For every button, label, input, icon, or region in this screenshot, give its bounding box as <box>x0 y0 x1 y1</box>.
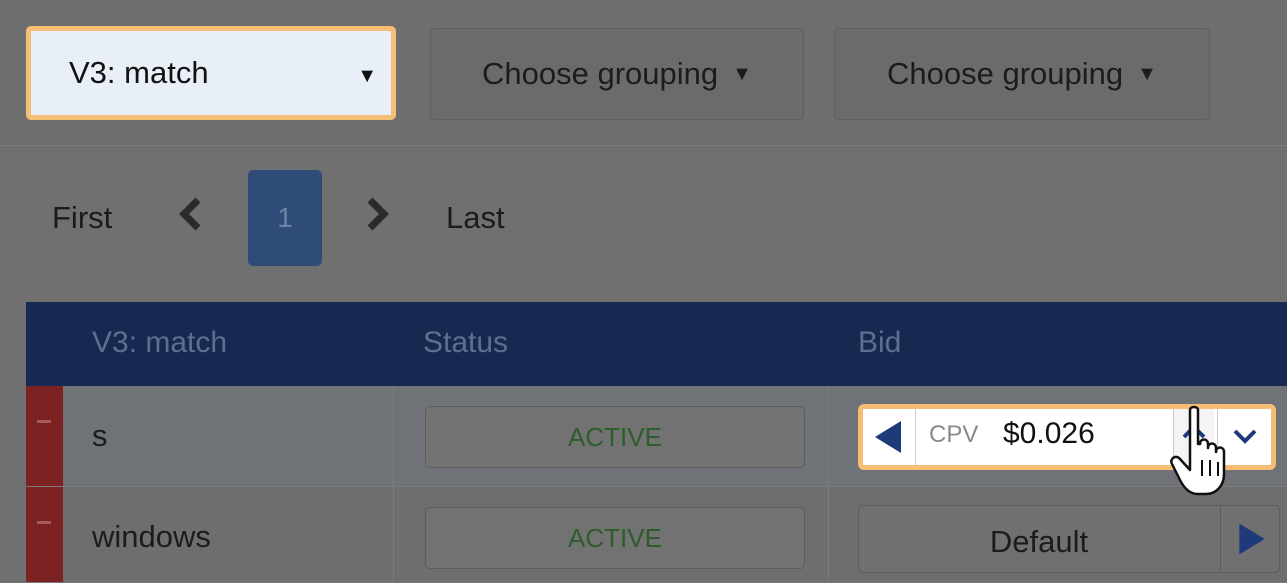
pager-page-current[interactable]: 1 <box>248 170 322 266</box>
table-row: s ACTIVE CPV $0.026 <box>26 386 1287 487</box>
grouping-select-1-label: Choose grouping <box>482 56 719 91</box>
pager-first-link[interactable]: First <box>52 200 112 236</box>
toolbar: V3: match ▼ Choose grouping ▼ Choose gro… <box>0 0 1287 146</box>
pager-last-link[interactable]: Last <box>446 200 505 236</box>
row-name: windows <box>92 519 211 554</box>
caret-down-icon: ▼ <box>357 65 377 87</box>
column-header-match[interactable]: V3: match <box>92 326 227 360</box>
arrow-right-icon[interactable] <box>1220 506 1279 572</box>
version-select[interactable]: V3: match ▼ <box>26 26 396 120</box>
grouping-select-2-label: Choose grouping <box>887 56 1124 91</box>
arrow-left-icon[interactable] <box>863 409 916 465</box>
grouping-select-2[interactable]: Choose grouping ▼ <box>834 28 1210 120</box>
bid-type-label: CPV <box>929 421 979 448</box>
remove-row-button[interactable] <box>26 386 63 486</box>
remove-row-button[interactable] <box>26 487 63 582</box>
status-label: ACTIVE <box>568 421 662 452</box>
status-label: ACTIVE <box>568 522 662 553</box>
column-header-bid[interactable]: Bid <box>858 326 901 360</box>
bid-default-button[interactable]: Default <box>858 505 1280 573</box>
table-row: windows ACTIVE Default <box>26 487 1287 583</box>
row-name: s <box>92 418 108 453</box>
status-badge[interactable]: ACTIVE <box>425 507 805 569</box>
caret-down-icon: ▼ <box>732 62 752 85</box>
chevron-right-icon[interactable] <box>362 194 392 234</box>
column-divider <box>393 487 394 582</box>
caret-down-icon: ▼ <box>1137 62 1157 85</box>
column-divider <box>393 386 394 486</box>
bid-default-label: Default <box>989 524 1089 559</box>
column-divider <box>828 487 829 582</box>
pagination: First 1 Last <box>0 170 700 266</box>
table-header: V3: match Status Bid <box>26 302 1287 386</box>
grouping-select-1[interactable]: Choose grouping ▼ <box>430 28 804 120</box>
column-divider <box>828 386 829 486</box>
status-badge[interactable]: ACTIVE <box>425 406 805 468</box>
minus-icon <box>37 521 51 524</box>
chevron-left-icon[interactable] <box>176 194 206 234</box>
column-header-status[interactable]: Status <box>423 326 508 360</box>
minus-icon <box>37 420 51 423</box>
bid-value-input[interactable]: $0.026 <box>1003 417 1095 451</box>
hand-pointer-cursor-icon <box>1170 405 1226 496</box>
version-select-label: V3: match <box>69 55 209 90</box>
